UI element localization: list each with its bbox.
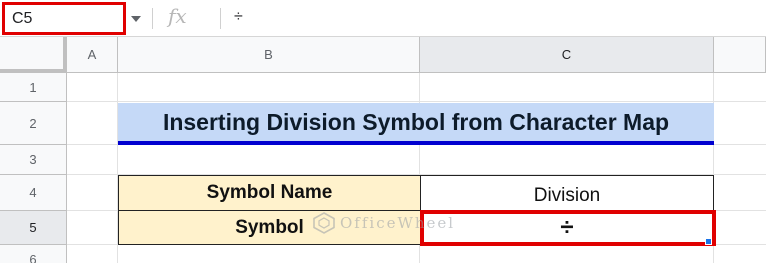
fill-handle[interactable] [705,238,712,245]
sheet-title[interactable]: Inserting Division Symbol from Character… [118,103,714,145]
column-header-b[interactable]: B [118,37,420,73]
formula-bar-divider [152,8,153,29]
cell-c4-division[interactable]: Division [420,175,714,211]
row-header-5[interactable]: 5 [0,211,67,245]
cell-b5-symbol-label[interactable]: Symbol [118,210,421,245]
name-box[interactable]: C5 [2,2,126,35]
name-box-dropdown-icon[interactable] [129,12,143,26]
name-box-value: C5 [12,10,33,27]
column-header-d[interactable] [714,37,766,73]
row-header-3[interactable]: 3 [0,145,67,175]
formula-input[interactable]: ÷ [234,8,243,26]
formula-bar: C5 fx ÷ [0,0,766,37]
column-header-c[interactable]: C [420,37,714,73]
select-all-corner[interactable] [0,37,67,73]
formula-bar-divider [220,8,221,29]
row-header-4[interactable]: 4 [0,175,67,211]
column-header-a[interactable]: A [67,37,118,73]
row-header-6[interactable]: 6 [0,245,67,263]
row-header-1[interactable]: 1 [0,73,67,102]
active-cell-highlight [420,210,716,246]
cell-b4-symbol-name-label[interactable]: Symbol Name [118,175,421,211]
fx-icon: fx [168,4,187,28]
row-header-2[interactable]: 2 [0,102,67,145]
